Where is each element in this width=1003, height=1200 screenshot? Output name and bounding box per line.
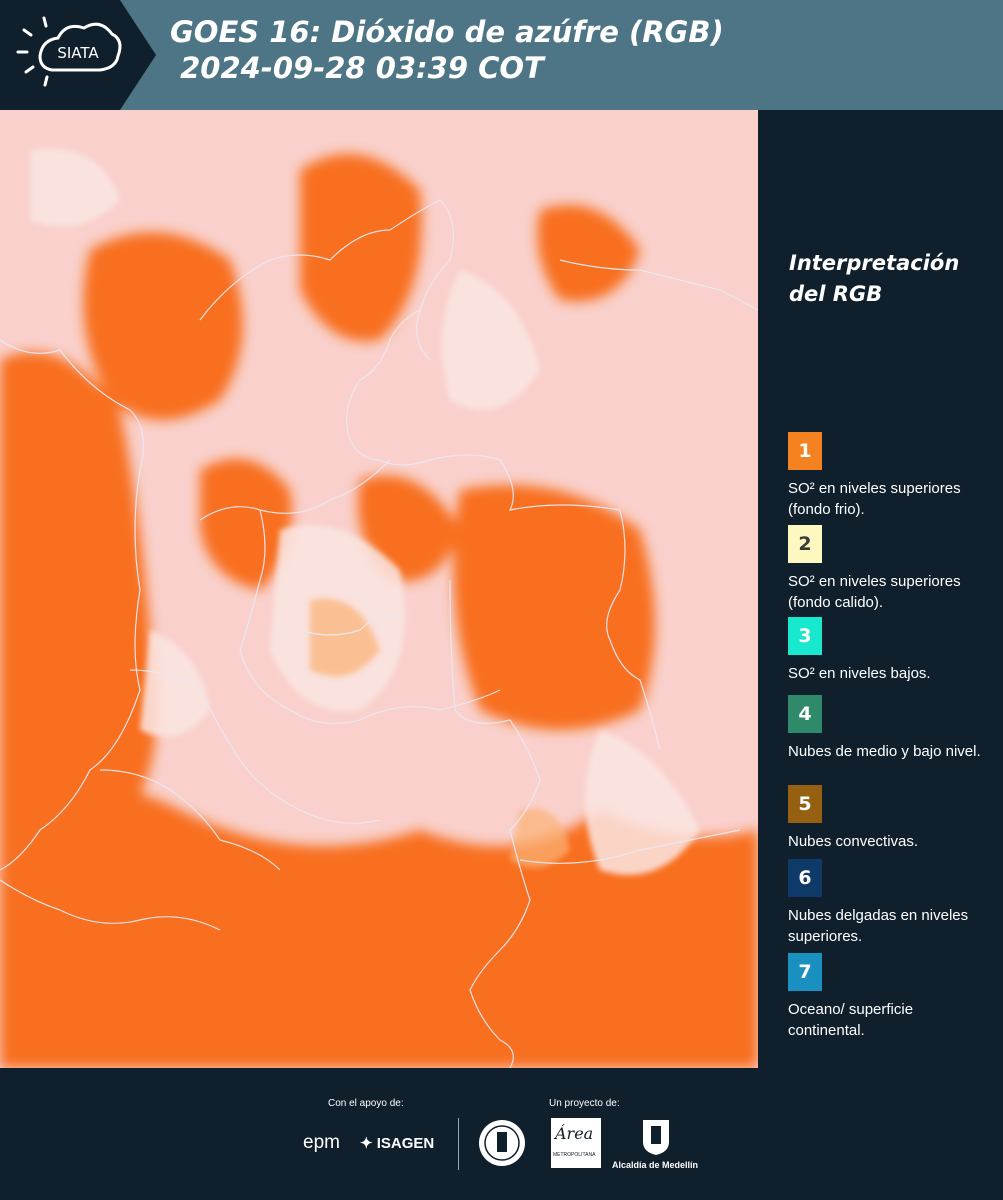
logo-text: SIATA bbox=[57, 44, 99, 62]
support-caption: Con el apoyo de: bbox=[328, 1098, 404, 1109]
isagen-mark-icon: ✦ bbox=[360, 1135, 373, 1152]
siata-logo: SIATA bbox=[0, 0, 156, 110]
legend-swatch: 1 bbox=[788, 432, 822, 470]
legend-swatch: 5 bbox=[788, 785, 822, 823]
legend-item: 5 Nubes convectivas. bbox=[788, 785, 993, 852]
legend-swatch: 4 bbox=[788, 695, 822, 733]
legend-label: SO² en niveles superiores (fondo frio). bbox=[788, 480, 961, 518]
project-caption: Un proyecto de: bbox=[549, 1098, 620, 1109]
legend-swatch: 7 bbox=[788, 953, 822, 991]
isagen-label: ISAGEN bbox=[376, 1135, 435, 1152]
area-logo-text: Área bbox=[555, 1124, 594, 1143]
legend-panel: Interpretación del RGB 1 SO² en niveles s… bbox=[762, 110, 1003, 1068]
legend-label: SO² en niveles bajos. bbox=[788, 665, 931, 682]
legend-label: Nubes convectivas. bbox=[788, 833, 919, 850]
alcaldia-label: Alcaldía de Medellín bbox=[612, 1160, 699, 1170]
legend-item: 1 SO² en niveles superiores (fondo frio). bbox=[788, 432, 993, 520]
area-metropolitana-logo: Área METROPOLITANA bbox=[551, 1118, 601, 1168]
alcaldia-shield-icon bbox=[641, 1118, 671, 1161]
header-bar: SIATA GOES 16: Dióxido de azúfre (RGB) 2… bbox=[0, 0, 1003, 110]
legend-label: Oceano/ superficie continental. bbox=[788, 1001, 914, 1039]
legend-title: Interpretación del RGB bbox=[789, 251, 960, 306]
legend-swatch: 2 bbox=[788, 525, 822, 563]
footer-divider bbox=[458, 1118, 459, 1170]
legend-label: Nubes de medio y bajo nivel. bbox=[788, 743, 981, 760]
legend-item: 3 SO² en niveles bajos. bbox=[788, 617, 993, 684]
isagen-logo: ✦ ISAGEN bbox=[360, 1134, 434, 1152]
legend-item: 2 SO² en niveles superiores (fondo calido… bbox=[788, 525, 993, 613]
legend-label: Nubes delgadas en niveles superiores. bbox=[788, 907, 969, 945]
medellin-university-seal-icon bbox=[477, 1118, 527, 1173]
legend-swatch: 6 bbox=[788, 859, 822, 897]
epm-logo: epm bbox=[303, 1132, 340, 1153]
footer: Con el apoyo de: Un proyecto de: epm ✦ I… bbox=[0, 1068, 1003, 1200]
page-title: GOES 16: Dióxido de azúfre (RGB) 2024-09… bbox=[170, 15, 724, 85]
satellite-rgb-map bbox=[0, 110, 758, 1068]
legend-label: SO² en niveles superiores (fondo calido)… bbox=[788, 573, 961, 611]
legend-item: 7 Oceano/ superficie continental. bbox=[788, 953, 993, 1041]
legend-item: 6 Nubes delgadas en niveles superiores. bbox=[788, 859, 993, 947]
legend-swatch: 3 bbox=[788, 617, 822, 655]
legend-item: 4 Nubes de medio y bajo nivel. bbox=[788, 695, 993, 762]
area-logo-sub: METROPOLITANA bbox=[553, 1152, 596, 1158]
